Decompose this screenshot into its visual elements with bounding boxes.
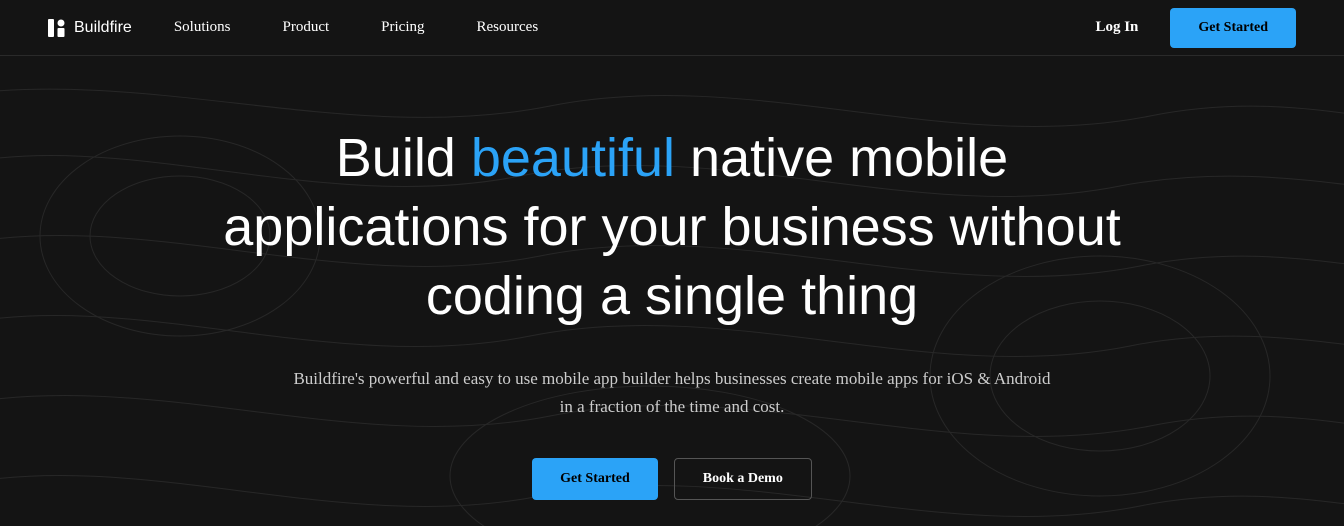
site-header: Buildfire Solutions Product Pricing Reso… <box>0 0 1344 56</box>
main-nav: Solutions Product Pricing Resources <box>174 19 538 36</box>
login-link[interactable]: Log In <box>1095 19 1138 36</box>
hero-cta-group: Get Started Book a Demo <box>48 458 1296 500</box>
nav-item-product[interactable]: Product <box>283 19 330 36</box>
nav-item-resources[interactable]: Resources <box>477 19 539 36</box>
nav-item-solutions[interactable]: Solutions <box>174 19 231 36</box>
hero-title-pre: Build <box>336 128 471 188</box>
hero-title-accent: beautiful <box>471 128 675 188</box>
hero-subtitle: Buildfire's powerful and easy to use mob… <box>292 365 1052 419</box>
header-get-started-button[interactable]: Get Started <box>1170 8 1296 48</box>
buildfire-logo-icon <box>48 19 66 37</box>
hero-book-demo-button[interactable]: Book a Demo <box>674 458 812 500</box>
hero-title: Build beautiful native mobile applicatio… <box>192 124 1152 331</box>
hero-get-started-button[interactable]: Get Started <box>532 458 658 500</box>
header-left: Buildfire Solutions Product Pricing Reso… <box>48 19 538 37</box>
brand-logo[interactable]: Buildfire <box>48 19 132 37</box>
header-right: Log In Get Started <box>1095 8 1296 48</box>
brand-name: Buildfire <box>74 19 132 37</box>
nav-item-pricing[interactable]: Pricing <box>381 19 424 36</box>
hero-section: Build beautiful native mobile applicatio… <box>0 56 1344 500</box>
